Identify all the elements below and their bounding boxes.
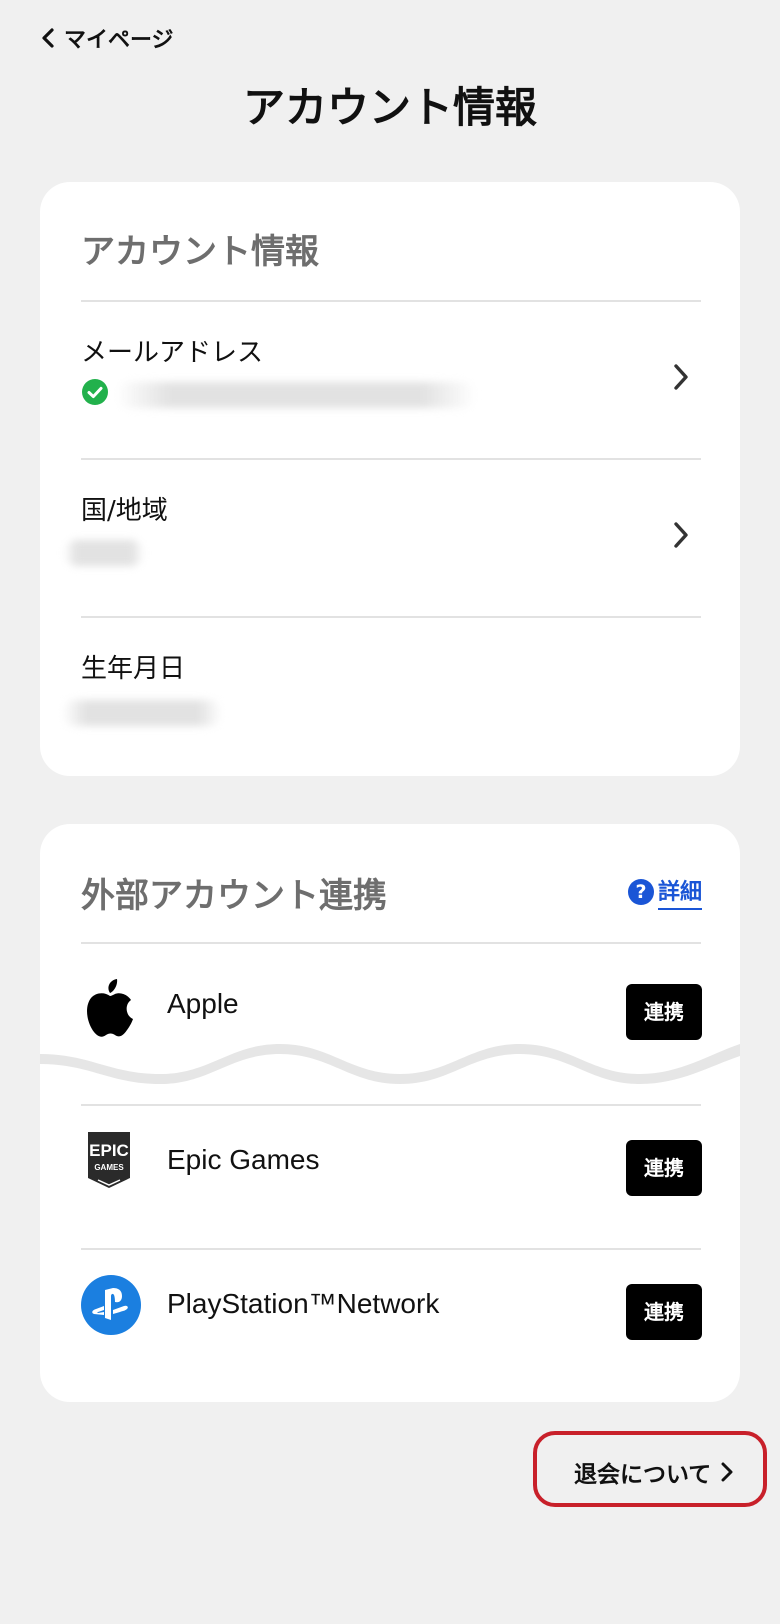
back-to-mypage-link[interactable]: マイページ: [40, 22, 174, 54]
birthdate-row: 生年月日: [40, 618, 740, 768]
divider: [81, 1248, 701, 1250]
divider: [81, 1104, 701, 1106]
email-label: メールアドレス: [81, 338, 264, 368]
birthdate-label: 生年月日: [81, 654, 186, 684]
playstation-logo-icon: [81, 1275, 141, 1335]
playstation-label: PlayStation™Network: [167, 1288, 440, 1319]
chevron-right-icon: [721, 1462, 733, 1482]
playstation-link-button[interactable]: 連携: [626, 1284, 702, 1340]
epic-logo-subtext: GAMES: [94, 1163, 124, 1172]
help-details-label: 詳細: [658, 874, 703, 910]
account-info-title: アカウント情報: [81, 232, 319, 272]
country-value-redacted: [64, 540, 144, 566]
playstation-row: PlayStation™Network 連携: [40, 1252, 740, 1362]
email-row[interactable]: メールアドレス: [40, 302, 740, 452]
question-circle-icon: ?: [628, 879, 654, 905]
external-accounts-card: 外部アカウント連携 ? 詳細 Apple 連携 EPIC GAMES Epic …: [40, 824, 740, 1402]
birthdate-value-redacted: [62, 700, 222, 726]
chevron-left-icon: [42, 28, 54, 48]
help-details-link[interactable]: ? 詳細: [628, 874, 703, 910]
back-label: マイページ: [64, 28, 174, 53]
chevron-right-icon: [674, 522, 688, 548]
external-accounts-title: 外部アカウント連携: [81, 876, 387, 916]
epic-games-row: EPIC GAMES Epic Games 連携: [40, 1108, 740, 1218]
apple-logo-icon: [87, 979, 133, 1037]
page-title: アカウント情報: [242, 83, 537, 132]
country-row[interactable]: 国/地域: [40, 460, 740, 610]
leave-link[interactable]: 退会について: [574, 1455, 733, 1489]
country-label: 国/地域: [81, 496, 168, 526]
email-value-redacted: [116, 382, 476, 408]
verified-check-icon: [82, 379, 108, 405]
chevron-right-icon: [674, 364, 688, 390]
account-info-card: アカウント情報 メールアドレス 国/地域 生年月日: [40, 182, 740, 776]
epic-games-logo-icon: EPIC GAMES: [88, 1132, 130, 1188]
epic-games-label: Epic Games: [167, 1144, 320, 1175]
divider: [81, 942, 701, 944]
apple-label: Apple: [167, 988, 239, 1019]
epic-games-link-button[interactable]: 連携: [626, 1140, 702, 1196]
epic-logo-text: EPIC: [89, 1141, 129, 1160]
leave-label: 退会について: [574, 1462, 712, 1488]
wavy-separator: [40, 1044, 740, 1084]
